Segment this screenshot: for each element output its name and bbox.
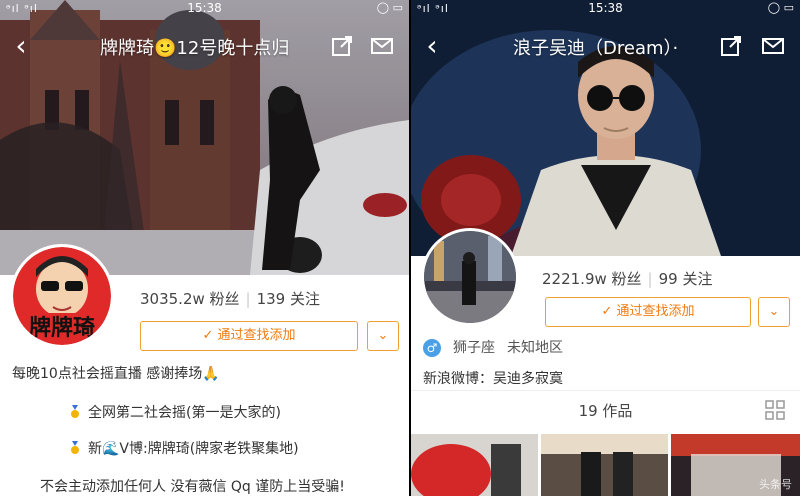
medal-icon [71,441,79,454]
avatar-image: 牌牌琦 [13,247,111,345]
check-icon: ✓ [601,304,613,319]
medal-icon [71,405,79,418]
follow-count[interactable]: 139 关注 [257,290,320,308]
profile-title: 牌牌琦🙂12号晚十点归 [100,38,290,59]
divider [411,390,800,391]
follow-count[interactable]: 99 关注 [659,270,713,288]
chevron-down-icon: ⌄ [377,328,389,343]
status-bar: ᵊıl ᵊıl 15:38 ◯ ▭ [0,0,409,18]
check-icon: ✓ [202,328,214,343]
share-icon[interactable] [719,34,743,58]
battery-icon: ◯ ▭ [767,1,794,14]
bio-line-2: 全网第二社会摇(第一是大家的) [70,402,281,422]
zodiac-label: 狮子座 [453,340,495,356]
avatar-text: 牌牌琦 [29,315,95,341]
nav-bar: ‹ 牌牌琦🙂12号晚十点归 [0,24,409,68]
bio-line-3: 新🌊V博:牌牌琦(牌家老铁聚集地) [70,438,299,458]
add-button-label: 通过查找添加 [217,328,296,343]
more-options-button[interactable]: ⌄ [367,321,399,351]
add-button-label: 通过查找添加 [616,304,695,319]
back-icon[interactable]: ‹ [417,28,447,64]
add-friend-button[interactable]: ✓ 通过查找添加 [140,321,358,351]
right-profile-panel: ᵊıl ᵊıl 15:38 ◯ ▭ ‹ 浪子吴迪（Dream）· 2221.9w… [411,0,800,496]
status-time: 15:38 [588,1,623,15]
status-bar: ᵊıl ᵊıl 15:38 ◯ ▭ [411,0,800,18]
share-icon[interactable] [330,34,354,58]
grid-view-icon[interactable] [765,400,785,420]
stats-row: 3035.2w 粉丝 | 139 关注 [140,290,320,308]
left-profile-panel: ᵊıl ᵊıl 15:38 ◯ ▭ ‹ 牌牌琦🙂12号晚十点归 牌牌琦 3035… [0,0,409,496]
add-friend-button[interactable]: ✓ 通过查找添加 [545,297,751,327]
video-thumbnail[interactable] [411,434,538,496]
more-options-button[interactable]: ⌄ [758,297,790,327]
profile-title: 浪子吴迪（Dream）· [513,38,679,59]
video-thumbnail[interactable]: 头条号 [671,434,800,496]
battery-icon: ◯ ▭ [376,1,403,14]
location-label: 未知地区 [507,340,563,356]
works-count-tab[interactable]: 19 作品 [411,400,800,421]
message-icon[interactable] [761,34,785,58]
bio-line-4: 不会主动添加任何人 没有薇信 Qq 谨防上当受骗! [40,479,345,495]
watermark: 头条号 [759,478,792,491]
bio-line-1: 每晚10点社会摇直播 感谢捧场🙏 [12,366,220,382]
message-icon[interactable] [370,34,394,58]
fans-count[interactable]: 3035.2w 粉丝 [140,290,240,308]
male-gender-icon: ♂ [423,339,441,357]
info-row: ♂ 狮子座 未知地区 [423,337,563,357]
avatar[interactable]: 牌牌琦 [10,244,114,348]
back-icon[interactable]: ‹ [6,28,36,64]
thumbnail-image [411,434,538,496]
nav-bar: ‹ 浪子吴迪（Dream）· [411,24,800,68]
video-thumbnail[interactable] [541,434,668,496]
avatar-image [424,231,516,323]
thumbnail-image [541,434,668,496]
stats-row: 2221.9w 粉丝 | 99 关注 [542,270,713,288]
fans-count[interactable]: 2221.9w 粉丝 [542,270,642,288]
weibo-line: 新浪微博：吴迪多寂寞 [423,371,563,387]
avatar[interactable] [421,228,519,326]
status-time: 15:38 [187,1,222,15]
chevron-down-icon: ⌄ [768,304,780,319]
